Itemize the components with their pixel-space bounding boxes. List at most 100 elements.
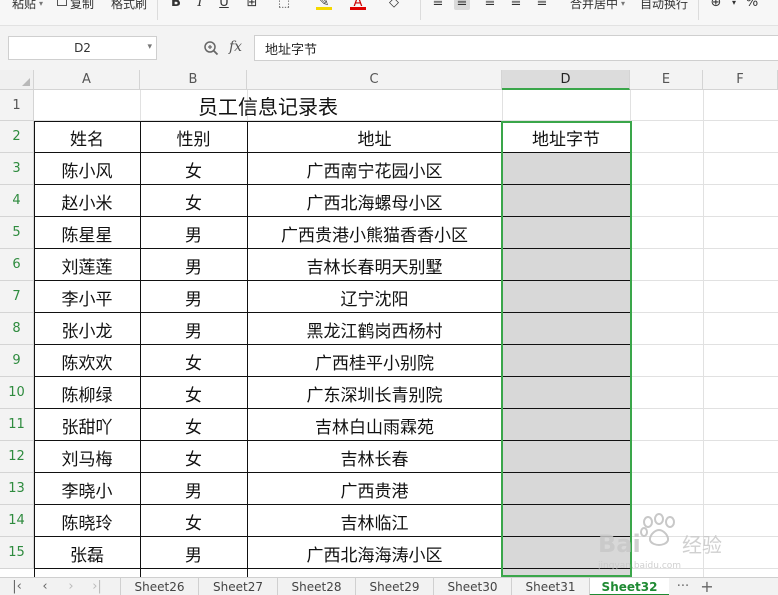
column-header-a[interactable]: A bbox=[34, 70, 140, 90]
sheet-tab-sheet28[interactable]: Sheet28 bbox=[277, 578, 355, 595]
table-cell-gender[interactable]: 女 bbox=[140, 505, 247, 537]
sheet-tab-sheet27[interactable]: Sheet27 bbox=[198, 578, 277, 595]
currency-icon[interactable]: ⊕ bbox=[708, 0, 724, 10]
select-all-corner[interactable] bbox=[0, 70, 34, 90]
table-cell-address[interactable]: 广西桂平小别院 bbox=[247, 345, 502, 377]
italic-icon[interactable]: I bbox=[192, 0, 208, 10]
row-header-9[interactable]: 9 bbox=[0, 345, 34, 377]
next-sheet-icon[interactable]: › bbox=[62, 578, 80, 595]
last-sheet-icon[interactable]: ›| bbox=[88, 578, 106, 595]
sheet-tab-sheet29[interactable]: Sheet29 bbox=[355, 578, 433, 595]
add-sheet-button[interactable]: + bbox=[698, 578, 716, 595]
formula-input[interactable]: 地址字节 bbox=[254, 35, 778, 61]
table-cell-name[interactable]: 陈小风 bbox=[34, 153, 140, 185]
table-cell-address[interactable]: 广西贵港 bbox=[247, 473, 502, 505]
spreadsheet-grid[interactable]: A B C D E F 1 2 3 4 5 6 7 8 9 10 11 12 13 14 15 员工信息记录表 姓名 性别 地址… bbox=[0, 70, 778, 577]
prev-sheet-icon[interactable]: ‹ bbox=[36, 578, 54, 595]
bold-icon[interactable]: B bbox=[168, 0, 184, 10]
table-cell-name[interactable]: 陈欢欢 bbox=[34, 345, 140, 377]
sheet-tab-sheet31[interactable]: Sheet31 bbox=[511, 578, 589, 595]
sheet-tab-sheet30[interactable]: Sheet30 bbox=[433, 578, 511, 595]
align-center-icon[interactable]: ≡ bbox=[454, 0, 470, 10]
first-sheet-icon[interactable]: |‹ bbox=[8, 578, 26, 595]
table-cell-gender[interactable]: 男 bbox=[140, 313, 247, 345]
distribute-icon[interactable]: ≡ bbox=[534, 0, 550, 10]
table-cell-address[interactable]: 辽宁沈阳 bbox=[247, 281, 502, 313]
column-header-e[interactable]: E bbox=[630, 70, 703, 90]
chevron-down-icon[interactable]: ▾ bbox=[726, 0, 742, 10]
table-cell-gender[interactable]: 男 bbox=[140, 537, 247, 569]
column-header-c[interactable]: C bbox=[247, 70, 502, 90]
table-cell-name[interactable]: 张甜吖 bbox=[34, 409, 140, 441]
table-cell-name[interactable]: 陈柳绿 bbox=[34, 377, 140, 409]
row-header-1[interactable]: 1 bbox=[0, 90, 34, 121]
table-cell-gender[interactable]: 男 bbox=[140, 473, 247, 505]
table-cell-gender[interactable]: 女 bbox=[140, 345, 247, 377]
table-cell-gender[interactable]: 女 bbox=[140, 185, 247, 217]
merge-center-button[interactable]: 合并居中 ▾ bbox=[570, 0, 625, 13]
row-header-5[interactable]: 5 bbox=[0, 217, 34, 249]
column-header-f[interactable]: F bbox=[703, 70, 778, 90]
highlight-icon[interactable]: ✎ bbox=[316, 0, 332, 10]
fx-icon[interactable]: fx bbox=[229, 39, 242, 55]
align-right-icon[interactable]: ≡ bbox=[482, 0, 498, 10]
table-cell-address[interactable]: 广西北海海涛小区 bbox=[247, 537, 502, 569]
header-cell[interactable]: 性别 bbox=[140, 121, 247, 153]
clear-format-icon[interactable]: ◇ bbox=[386, 0, 402, 10]
copy-button[interactable]: 复制 bbox=[57, 0, 94, 13]
table-cell-gender[interactable]: 男 bbox=[140, 217, 247, 249]
table-cell-name[interactable]: 陈晓玲 bbox=[34, 505, 140, 537]
justify-icon[interactable]: ≡ bbox=[508, 0, 524, 10]
border-icon[interactable]: ⊞ bbox=[244, 0, 260, 10]
table-cell-address[interactable]: 广西贵港小熊猫香香小区 bbox=[247, 217, 502, 249]
table-cell-address[interactable]: 广西南宁花园小区 bbox=[247, 153, 502, 185]
font-color-icon[interactable]: A bbox=[350, 0, 366, 10]
row-header-15[interactable]: 15 bbox=[0, 537, 34, 569]
table-cell-address[interactable]: 广东深圳长青别院 bbox=[247, 377, 502, 409]
row-header-7[interactable]: 7 bbox=[0, 281, 34, 313]
sheet-tab-sheet32[interactable]: Sheet32 bbox=[589, 578, 669, 595]
table-cell-address[interactable]: 吉林白山雨霖苑 bbox=[247, 409, 502, 441]
row-header-13[interactable]: 13 bbox=[0, 473, 34, 505]
table-cell-name[interactable]: 赵小米 bbox=[34, 185, 140, 217]
table-cell-name[interactable]: 张小龙 bbox=[34, 313, 140, 345]
row-header-12[interactable]: 12 bbox=[0, 441, 34, 473]
table-cell-name[interactable]: 李晓小 bbox=[34, 473, 140, 505]
row-header-2[interactable]: 2 bbox=[0, 121, 34, 153]
row-header-4[interactable]: 4 bbox=[0, 185, 34, 217]
table-cell-name[interactable]: 刘莲莲 bbox=[34, 249, 140, 281]
header-cell[interactable]: 地址字节 bbox=[502, 121, 630, 153]
table-cell-gender[interactable]: 女 bbox=[140, 377, 247, 409]
table-cell-gender[interactable]: 女 bbox=[140, 409, 247, 441]
row-header-10[interactable]: 10 bbox=[0, 377, 34, 409]
row-header-14[interactable]: 14 bbox=[0, 505, 34, 537]
table-cell-name[interactable]: 陈星星 bbox=[34, 217, 140, 249]
name-box[interactable]: D2 ▾ bbox=[8, 36, 157, 60]
underline-icon[interactable]: U bbox=[216, 0, 232, 10]
paste-button[interactable]: 粘贴 ▾ bbox=[12, 0, 43, 13]
table-cell-gender[interactable]: 男 bbox=[140, 249, 247, 281]
chevron-down-icon[interactable]: ▾ bbox=[147, 42, 152, 52]
table-cell-address[interactable]: 广西北海螺母小区 bbox=[247, 185, 502, 217]
table-cell-address[interactable]: 吉林临江 bbox=[247, 505, 502, 537]
table-cell-gender[interactable]: 女 bbox=[140, 153, 247, 185]
table-cell-name[interactable]: 张磊 bbox=[34, 537, 140, 569]
row-header-6[interactable]: 6 bbox=[0, 249, 34, 281]
row-header-11[interactable]: 11 bbox=[0, 409, 34, 441]
row-header-3[interactable]: 3 bbox=[0, 153, 34, 185]
table-cell-gender[interactable]: 男 bbox=[140, 281, 247, 313]
table-cell-address[interactable]: 吉林长春 bbox=[247, 441, 502, 473]
align-left-icon[interactable]: ≡ bbox=[430, 0, 446, 10]
row-header-8[interactable]: 8 bbox=[0, 313, 34, 345]
column-header-d[interactable]: D bbox=[502, 70, 630, 90]
zoom-icon[interactable] bbox=[203, 40, 219, 56]
fill-color-icon[interactable]: ⬚ bbox=[276, 0, 292, 10]
wrap-text-button[interactable]: 自动换行 bbox=[640, 0, 688, 13]
header-cell[interactable]: 姓名 bbox=[34, 121, 140, 153]
percent-icon[interactable]: % bbox=[744, 0, 760, 10]
table-cell-address[interactable]: 黑龙江鹤岗西杨村 bbox=[247, 313, 502, 345]
table-cell-name[interactable]: 李小平 bbox=[34, 281, 140, 313]
sheet-tab-sheet26[interactable]: Sheet26 bbox=[120, 578, 198, 595]
header-cell[interactable]: 地址 bbox=[247, 121, 502, 153]
more-sheets-button[interactable]: ··· bbox=[672, 578, 694, 595]
